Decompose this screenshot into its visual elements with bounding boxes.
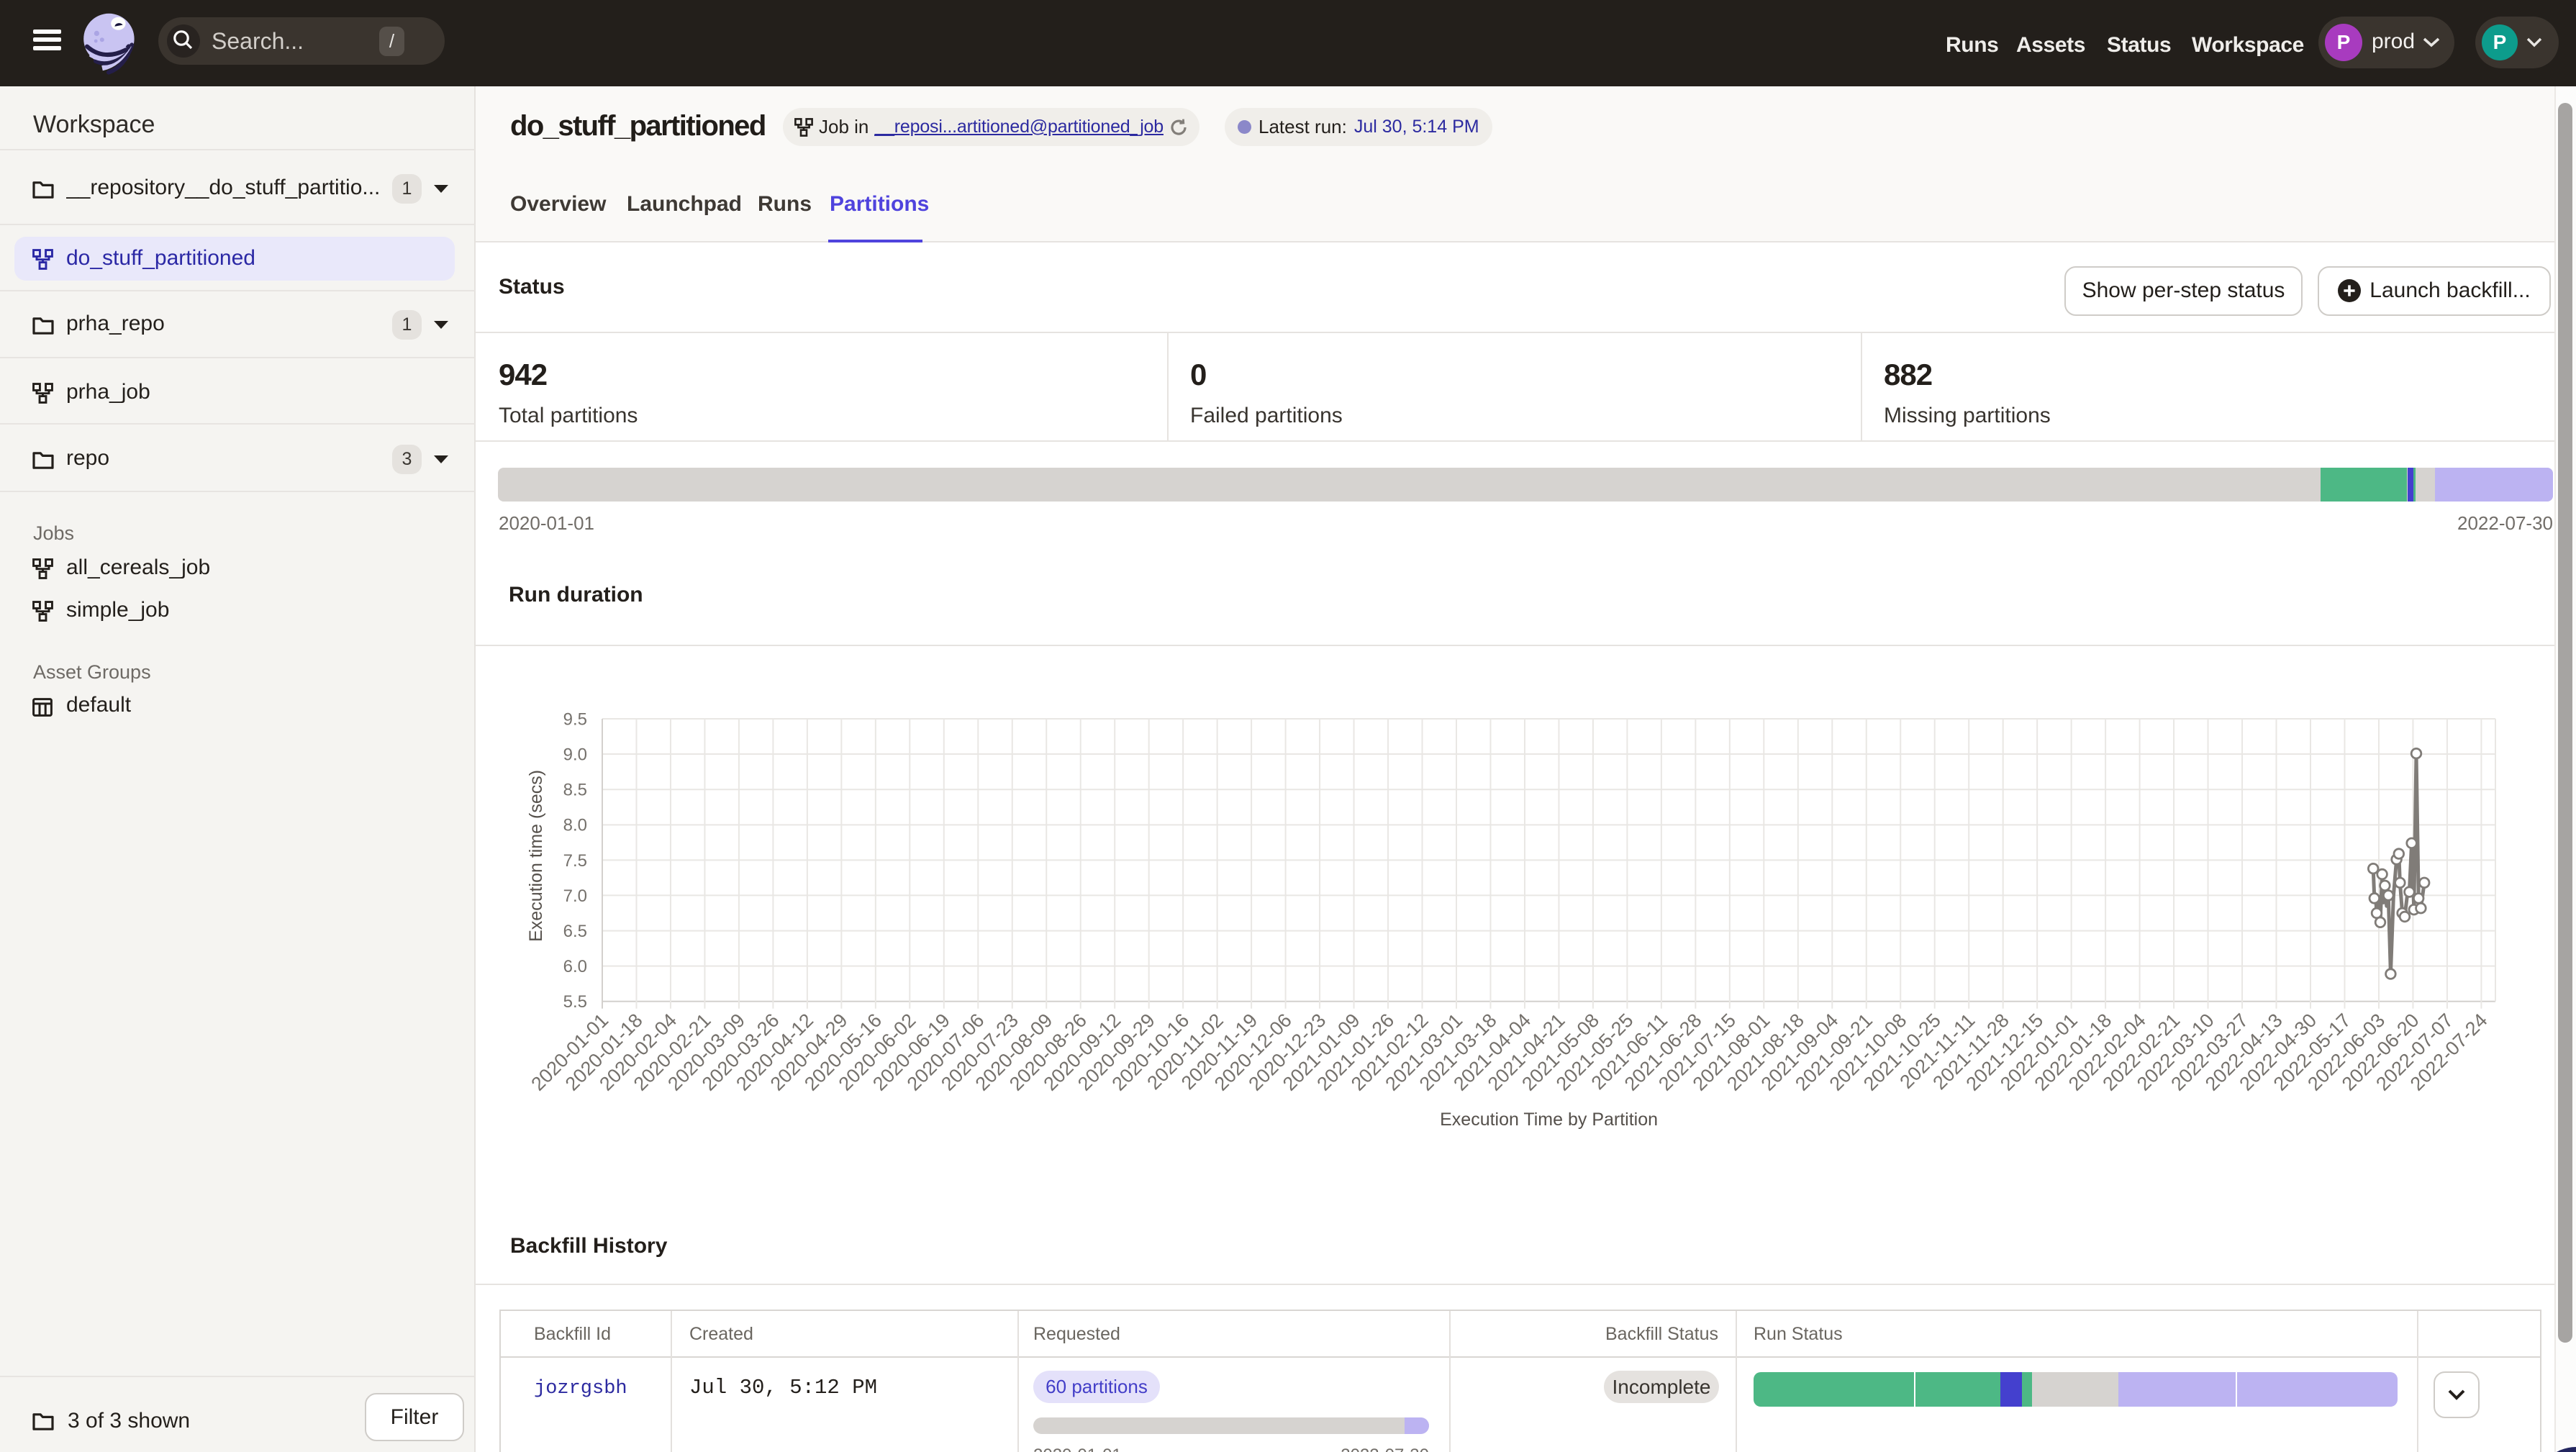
svg-text:9.0: 9.0: [563, 745, 587, 764]
svg-text:6.0: 6.0: [563, 957, 587, 976]
svg-text:7.0: 7.0: [563, 886, 587, 905]
svg-text:8.5: 8.5: [563, 780, 587, 799]
svg-text:9.5: 9.5: [563, 709, 587, 729]
svg-text:6.5: 6.5: [563, 922, 587, 941]
svg-text:Execution Time by Partition: Execution Time by Partition: [1440, 1109, 1658, 1129]
svg-text:8.0: 8.0: [563, 815, 587, 835]
svg-text:5.5: 5.5: [563, 992, 587, 1012]
svg-text:7.5: 7.5: [563, 850, 587, 870]
svg-text:Execution time (secs): Execution time (secs): [526, 770, 546, 942]
